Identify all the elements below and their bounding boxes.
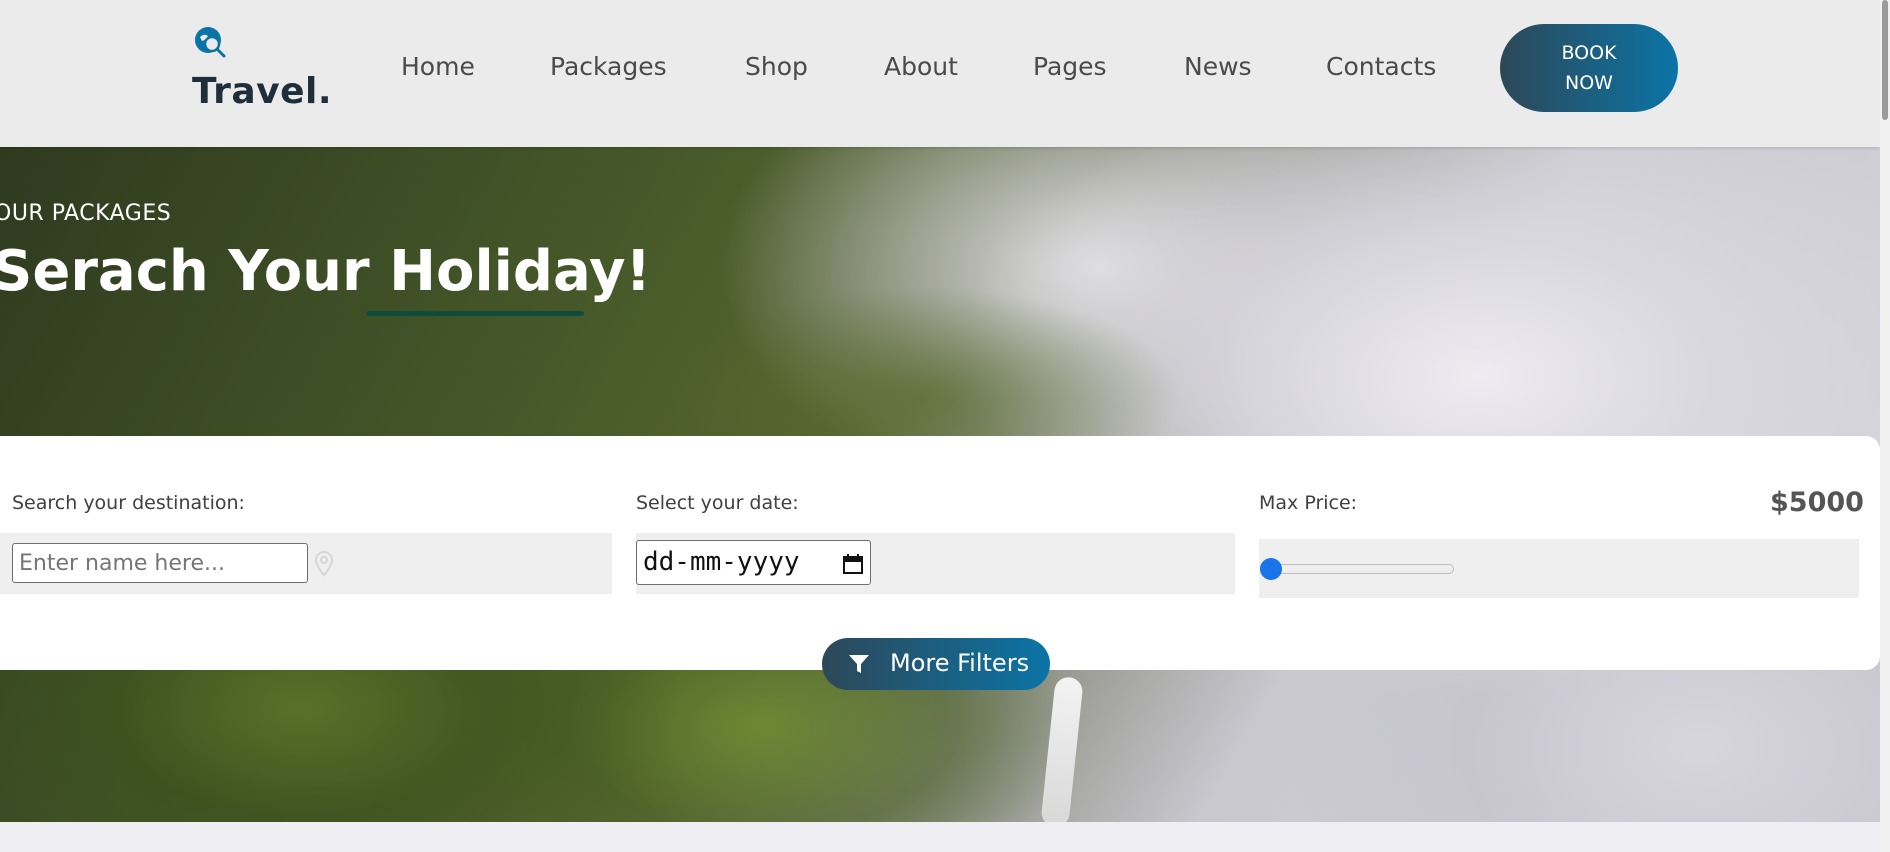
book-now-line2: NOW <box>1565 72 1613 94</box>
hero-eyebrow: OUR PACKAGES <box>0 201 172 226</box>
nav-shop[interactable]: Shop <box>745 52 808 81</box>
scrollbar-thumb[interactable] <box>1882 0 1888 120</box>
funnel-icon <box>849 655 869 673</box>
price-slider-track[interactable] <box>1262 564 1454 574</box>
price-label: Max Price: <box>1259 492 1358 514</box>
brand-logo[interactable]: Travel. <box>192 71 332 112</box>
price-slider-thumb[interactable] <box>1260 558 1282 580</box>
destination-label: Search your destination: <box>12 492 245 514</box>
more-filters-button[interactable]: More Filters <box>822 638 1050 690</box>
calendar-icon[interactable] <box>842 553 864 575</box>
nav-contacts[interactable]: Contacts <box>1326 52 1436 81</box>
nav-home[interactable]: Home <box>401 52 475 81</box>
page-scrollbar[interactable] <box>1880 0 1890 852</box>
site-header: Travel. Home Packages Shop About Pages N… <box>0 0 1880 147</box>
price-value: $5000 <box>1770 487 1864 518</box>
nav-pages[interactable]: Pages <box>1033 52 1107 81</box>
date-input-value: dd-mm-yyyy <box>643 547 800 577</box>
book-now-button[interactable]: BOOK NOW <box>1500 24 1678 112</box>
map-pin-icon <box>314 551 334 577</box>
nav-news[interactable]: News <box>1184 52 1252 81</box>
destination-input[interactable] <box>12 543 308 583</box>
date-input[interactable]: dd-mm-yyyy <box>636 540 871 585</box>
hero-title: Serach Your Holiday! <box>0 239 652 304</box>
title-underline <box>366 311 584 316</box>
nav-about[interactable]: About <box>884 52 958 81</box>
globe-search-icon[interactable] <box>193 25 227 59</box>
date-label: Select your date: <box>636 492 799 514</box>
nav-packages[interactable]: Packages <box>550 52 667 81</box>
book-now-line1: BOOK <box>1561 42 1617 64</box>
more-filters-label: More Filters <box>890 649 1030 677</box>
